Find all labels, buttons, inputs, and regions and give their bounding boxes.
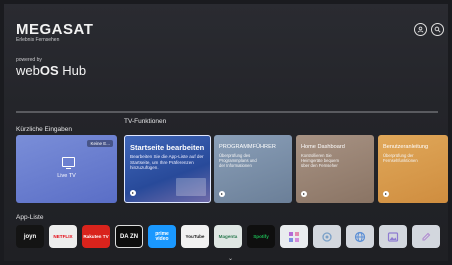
brand-block: MEGASAT Erlebnis Fernsehen powered by we…	[16, 22, 93, 77]
header-actions	[414, 23, 444, 36]
chevron-down-icon: ⌄	[228, 256, 234, 261]
home-dashboard-card[interactable]: Home Dashboard Kontrollieren Sie Heimger…	[296, 135, 374, 203]
card-desc: Überprüfung der Fernsehfunktionen	[383, 153, 418, 164]
app-dazn[interactable]: DA ZN	[115, 225, 143, 248]
program-guide-card[interactable]: PROGRAMMFÜHRER Überprüfung des Programmp…	[214, 135, 292, 203]
live-tv-label: Live TV	[57, 173, 76, 179]
edit-home-title: Startseite bearbeiten	[130, 143, 205, 152]
card-title: Benutzeranleitung	[383, 144, 429, 150]
brand-name: MEGASAT	[16, 21, 94, 38]
card-title: PROGRAMMFÜHRER	[219, 144, 276, 150]
preview-image	[176, 178, 206, 196]
arrow-icon	[219, 191, 225, 197]
edit-home-desc: Bearbeiten Sie die App-Liste auf der Sta…	[130, 154, 204, 171]
settings-icon[interactable]	[313, 225, 341, 248]
app-store-icon[interactable]	[280, 225, 308, 248]
app-prime-video[interactable]: prime video	[148, 225, 176, 248]
profile-icon[interactable]	[414, 23, 427, 36]
card-title: Home Dashboard	[301, 144, 345, 150]
recent-inputs-label: Kürzliche Eingaben	[16, 126, 73, 133]
section-divider	[16, 111, 438, 113]
app-youtube[interactable]: YouTube	[181, 225, 209, 248]
live-tv-tile[interactable]: Keine E... Live TV	[16, 135, 117, 203]
card-desc: Überprüfung des Programmplans und der In…	[219, 153, 257, 169]
webos-hub-logo: webOS Hub	[16, 63, 87, 78]
arrow-icon	[130, 190, 136, 196]
app-row: joyn NETFLIX Rakuten TV DA ZN prime vide…	[16, 225, 440, 248]
app-netflix[interactable]: NETFLIX	[49, 225, 77, 248]
app-spotify[interactable]: Spotify	[247, 225, 275, 248]
tv-icon	[62, 157, 75, 169]
app-magenta[interactable]: Magenta	[214, 225, 242, 248]
app-joyn[interactable]: joyn	[16, 225, 44, 248]
arrow-icon	[383, 191, 389, 197]
card-desc: Kontrollieren Sie Heimgeräte bequem über…	[301, 153, 339, 169]
app-rakuten-tv[interactable]: Rakuten TV	[82, 225, 110, 248]
arrow-icon	[301, 191, 307, 197]
input-tag: Keine E...	[87, 140, 113, 147]
search-icon[interactable]	[431, 23, 444, 36]
tv-functions-label: TV-Funktionen	[124, 118, 167, 125]
edit-icon[interactable]	[412, 225, 440, 248]
web-browser-icon[interactable]	[346, 225, 374, 248]
app-list-label: App-Liste	[16, 214, 44, 221]
gallery-icon[interactable]	[379, 225, 407, 248]
edit-home-card[interactable]: Startseite bearbeiten Bearbeiten Sie die…	[124, 135, 211, 203]
home-screen: MEGASAT Erlebnis Fernsehen powered by we…	[4, 4, 448, 261]
user-guide-card[interactable]: Benutzeranleitung Überprüfung der Fernse…	[378, 135, 448, 203]
